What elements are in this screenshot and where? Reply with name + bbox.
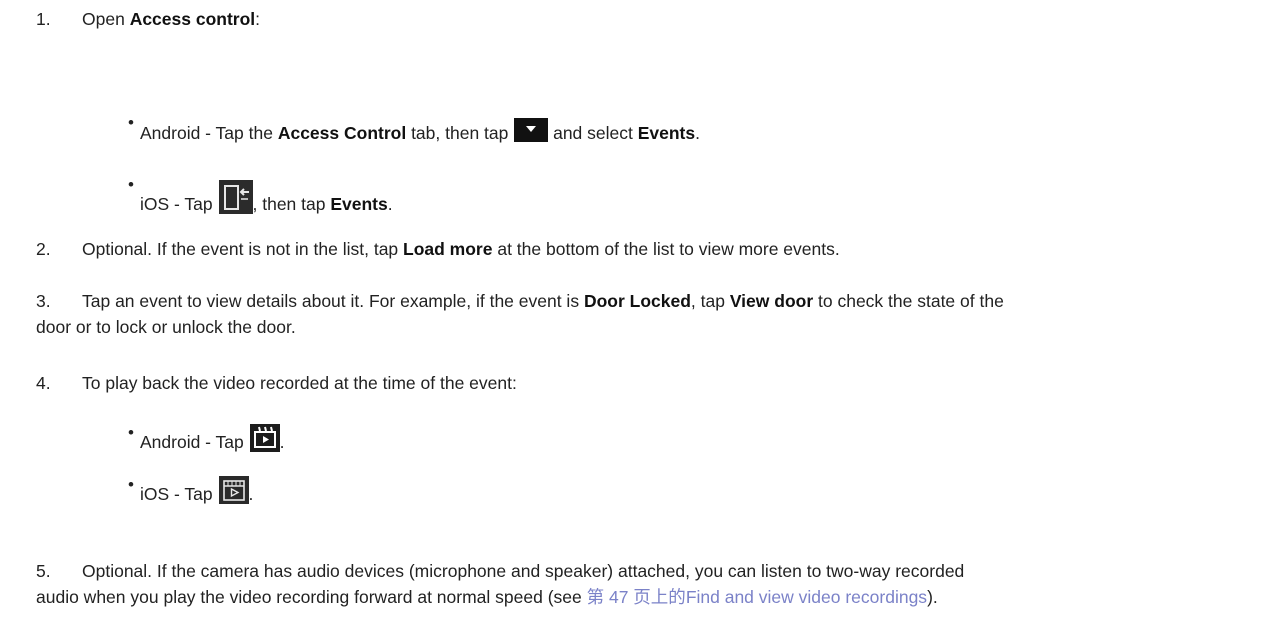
bold-term: Door Locked (583, 291, 691, 311)
step-text: Open Access control: (82, 9, 261, 29)
video-playback-icon (218, 476, 249, 511)
video-playback-icon (249, 424, 280, 459)
step-text: To play back the video recorded at the t… (82, 373, 517, 393)
bullet-dot: • (128, 475, 134, 494)
bullet-android-playback: • Android - Tap . (128, 423, 1262, 459)
bold-term: Access Control (277, 123, 407, 143)
door-exit-icon (218, 180, 253, 221)
step-text: Optional. If the camera has audio device… (36, 561, 965, 608)
bold-term: View door (729, 291, 814, 311)
step-3: 3. Tap an event to view details about it… (36, 288, 1274, 341)
bullet-ios-playback: • iOS - Tap . (128, 475, 1262, 511)
step-4: 4. To play back the video recorded at th… (36, 370, 1274, 396)
bullet-ios-access: • iOS - Tap , then tap Events. (128, 175, 1262, 221)
bold-term: Events (637, 123, 696, 143)
step-number: 2. (36, 239, 51, 259)
step-number: 1. (36, 9, 51, 29)
step-text: Optional. If the event is not in the lis… (82, 239, 840, 259)
step-number: 5. (36, 561, 51, 581)
bold-term: Events (330, 194, 388, 214)
step-2: 2. Optional. If the event is not in the … (36, 236, 1274, 262)
step-text: Tap an event to view details about it. F… (36, 291, 1004, 338)
bullet-dot: • (128, 113, 134, 132)
dropdown-arrow-icon (514, 118, 549, 149)
bold-term: Load more (403, 239, 493, 259)
bullet-dot: • (128, 175, 134, 194)
step-number: 3. (36, 291, 51, 311)
step-1: 1. Open Access control: (36, 6, 1274, 32)
step-number: 4. (36, 373, 51, 393)
bullet-dot: • (128, 423, 134, 442)
bullet-android-access: • Android - Tap the Access Control tab, … (128, 113, 1262, 149)
cross-reference-link[interactable]: 第 47 页上的Find and view video recordings (587, 587, 927, 607)
bold-term: Access control (129, 9, 256, 29)
step-5: 5. Optional. If the camera has audio dev… (36, 558, 1274, 611)
